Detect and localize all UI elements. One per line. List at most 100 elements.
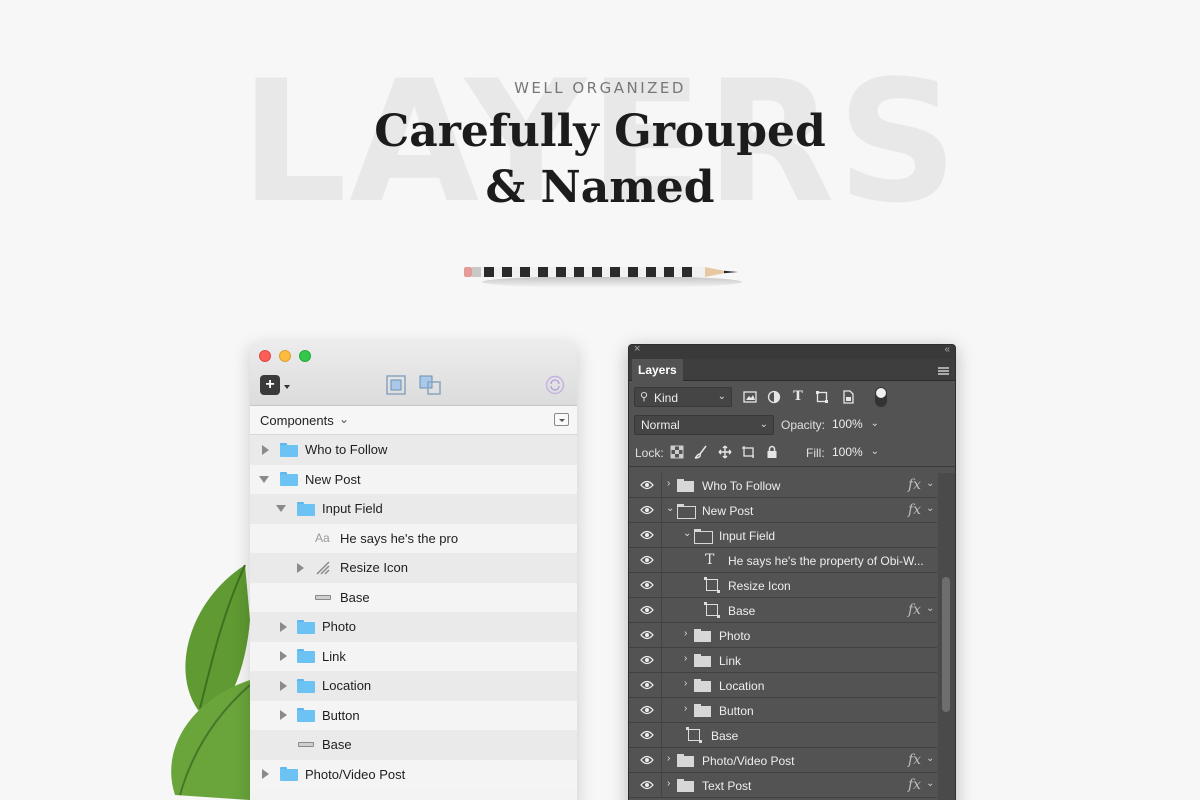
disclosure-down-icon[interactable] xyxy=(259,475,269,483)
disclosure-right-icon[interactable] xyxy=(280,680,287,691)
filter-kind-select[interactable]: ⚲ Kind ⌄ xyxy=(634,387,732,407)
close-window-button[interactable] xyxy=(259,350,271,362)
chevron-right-icon[interactable]: › xyxy=(684,678,687,689)
lock-artboard-icon[interactable] xyxy=(741,445,755,459)
chevron-down-icon[interactable]: ⌄ xyxy=(926,603,934,614)
smart-object-filter-icon[interactable] xyxy=(841,390,855,404)
eye-icon[interactable] xyxy=(640,630,654,640)
chevron-down-icon[interactable]: ⌄ xyxy=(683,528,691,539)
plus-icon[interactable]: + xyxy=(260,375,280,395)
fx-icon[interactable]: fx xyxy=(908,602,921,618)
layer-row[interactable]: › Link xyxy=(629,648,937,673)
layer-label: Who to Follow xyxy=(305,442,388,458)
layer-row[interactable]: › Who To Follow fx ⌄ xyxy=(629,473,937,498)
eye-icon[interactable] xyxy=(640,705,654,715)
disclosure-right-icon[interactable] xyxy=(280,710,287,721)
filter-toggle[interactable] xyxy=(875,387,887,407)
chevron-right-icon[interactable]: › xyxy=(667,753,670,764)
layer-row[interactable]: › Button xyxy=(629,698,937,723)
layer-row[interactable]: ⌄ New Post fx ⌄ xyxy=(629,498,937,523)
chevron-down-icon[interactable]: ⌄ xyxy=(926,753,934,764)
lock-transparency-icon[interactable] xyxy=(670,445,684,459)
eye-icon[interactable] xyxy=(640,655,654,665)
lock-all-icon[interactable] xyxy=(765,445,779,459)
chevron-right-icon[interactable]: › xyxy=(684,628,687,639)
layer-row[interactable]: Aa He says he's the pro xyxy=(250,523,577,553)
adjustment-filter-icon[interactable] xyxy=(767,390,781,404)
panel-menu-icon[interactable] xyxy=(938,367,949,375)
disclosure-right-icon[interactable] xyxy=(297,562,304,573)
minimize-window-button[interactable] xyxy=(279,350,291,362)
caret-down-icon[interactable] xyxy=(284,385,290,389)
eye-icon[interactable] xyxy=(640,780,654,790)
layer-row[interactable]: Location xyxy=(250,671,577,701)
layer-row[interactable]: Photo xyxy=(250,612,577,642)
eye-icon[interactable] xyxy=(640,505,654,515)
fx-icon[interactable]: fx xyxy=(908,752,921,768)
layer-row[interactable]: Photo/Video Post xyxy=(250,759,577,789)
chevron-down-icon[interactable]: ⌄ xyxy=(666,503,674,514)
layer-row[interactable]: Base xyxy=(629,723,937,748)
disclosure-down-icon[interactable] xyxy=(276,505,286,513)
chevron-right-icon[interactable]: › xyxy=(684,653,687,664)
layer-row[interactable]: Base fx ⌄ xyxy=(629,598,937,623)
chevron-right-icon[interactable]: › xyxy=(667,478,670,489)
layer-row[interactable]: Button xyxy=(250,700,577,730)
type-filter-icon[interactable]: T xyxy=(791,390,805,404)
fx-icon[interactable]: fx xyxy=(908,502,921,518)
sync-icon[interactable] xyxy=(545,375,565,395)
collapse-panel-icon[interactable]: « xyxy=(944,345,950,355)
eye-icon[interactable] xyxy=(640,680,654,690)
ungroup-icon[interactable] xyxy=(418,374,442,396)
close-icon[interactable]: × xyxy=(634,345,640,355)
fill-input[interactable]: 100% ⌄ xyxy=(826,443,884,463)
lock-move-icon[interactable] xyxy=(718,445,732,459)
zoom-window-button[interactable] xyxy=(299,350,311,362)
fx-icon[interactable]: fx xyxy=(908,777,921,793)
chevron-down-icon[interactable]: ⌄ xyxy=(339,412,349,426)
layer-row[interactable]: Link xyxy=(250,641,577,671)
eye-icon[interactable] xyxy=(640,555,654,565)
chevron-down-icon[interactable]: ⌄ xyxy=(926,778,934,789)
disclosure-right-icon[interactable] xyxy=(262,444,269,455)
chevron-right-icon[interactable]: › xyxy=(667,778,670,789)
layer-row[interactable]: Resize Icon xyxy=(250,553,577,583)
lock-brush-icon[interactable] xyxy=(694,445,708,459)
fx-icon[interactable]: fx xyxy=(908,477,921,493)
scrollbar-thumb[interactable] xyxy=(942,577,950,712)
layer-row[interactable]: ⌄ Input Field xyxy=(629,523,937,548)
layer-row[interactable]: › Location xyxy=(629,673,937,698)
disclosure-right-icon[interactable] xyxy=(280,621,287,632)
folder-icon xyxy=(297,619,315,634)
page-selector[interactable]: Components xyxy=(260,413,334,428)
layer-row[interactable]: Base xyxy=(250,730,577,760)
group-icon[interactable] xyxy=(385,374,407,396)
layer-row[interactable]: › Text Post fx ⌄ xyxy=(629,773,937,798)
disclosure-right-icon[interactable] xyxy=(262,769,269,780)
eye-icon[interactable] xyxy=(640,730,654,740)
collapse-layers-button[interactable] xyxy=(554,413,569,426)
layer-row[interactable]: › Photo xyxy=(629,623,937,648)
layer-row[interactable]: T He says he's the property of Obi-W... xyxy=(629,548,937,573)
blend-mode-select[interactable]: Normal ⌄ xyxy=(634,415,774,435)
shape-filter-icon[interactable] xyxy=(815,390,829,404)
layer-row[interactable]: Resize Icon xyxy=(629,573,937,598)
disclosure-right-icon[interactable] xyxy=(280,651,287,662)
layer-row[interactable]: › Photo/Video Post fx ⌄ xyxy=(629,748,937,773)
layer-row[interactable]: Base xyxy=(250,582,577,612)
eye-icon[interactable] xyxy=(640,605,654,615)
layer-row[interactable]: Input Field xyxy=(250,494,577,524)
eye-icon[interactable] xyxy=(640,480,654,490)
image-filter-icon[interactable] xyxy=(743,390,757,404)
eye-icon[interactable] xyxy=(640,530,654,540)
eye-icon[interactable] xyxy=(640,580,654,590)
tab-layers[interactable]: Layers xyxy=(632,359,683,381)
layer-row[interactable]: New Post xyxy=(250,464,577,494)
chevron-right-icon[interactable]: › xyxy=(684,703,687,714)
chevron-down-icon[interactable]: ⌄ xyxy=(926,503,934,514)
opacity-input[interactable]: 100% ⌄ xyxy=(826,415,884,435)
eye-icon[interactable] xyxy=(640,755,654,765)
chevron-down-icon[interactable]: ⌄ xyxy=(926,478,934,489)
layer-row[interactable]: Who to Follow xyxy=(250,435,577,465)
open-folder-icon xyxy=(694,529,713,544)
